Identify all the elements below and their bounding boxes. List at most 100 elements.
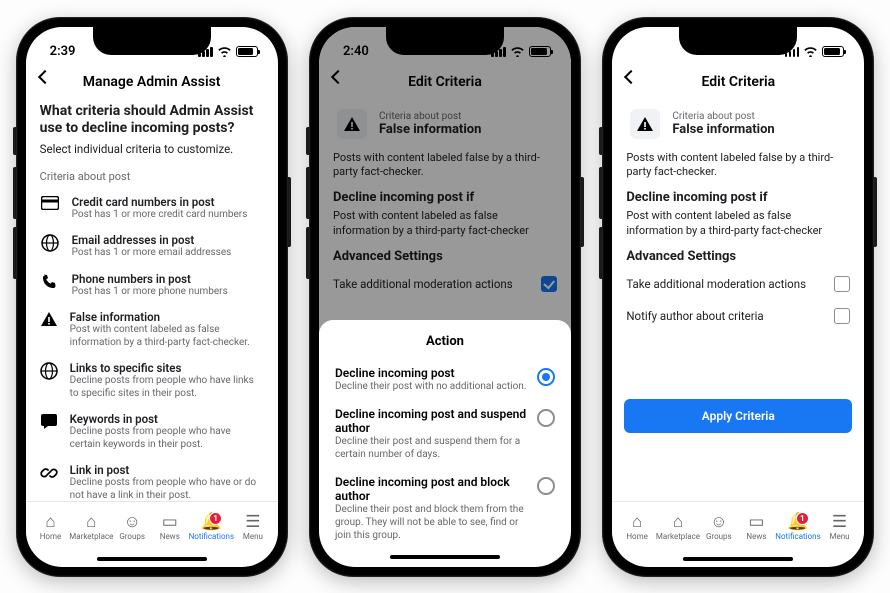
action-option-decline[interactable]: Decline incoming post Decline their post… — [335, 359, 555, 400]
decline-condition: Post with content labeled as false infor… — [626, 209, 850, 239]
wifi-icon — [803, 46, 818, 57]
wifi-icon — [217, 46, 232, 57]
status-icons — [198, 46, 258, 57]
criteria-title: False information — [70, 310, 264, 324]
groups-icon: ☺ — [124, 514, 141, 531]
criteria-item-email[interactable]: Email addresses in post Post has 1 or mo… — [40, 227, 264, 266]
tab-home[interactable]: ⌂ Home — [618, 514, 656, 541]
warning-icon — [40, 310, 58, 327]
criteria-item-link[interactable]: Link in post Decline posts from people w… — [40, 457, 264, 501]
device-notch — [93, 27, 211, 55]
criteria-desc: Post has 1 or more phone numbers — [72, 286, 228, 299]
news-icon: ▭ — [162, 514, 178, 531]
radio-unselected[interactable] — [537, 409, 555, 427]
home-indicator[interactable] — [612, 551, 864, 567]
criteria-title: Link in post — [70, 463, 264, 477]
criteria-desc: Post has 1 or more email addresses — [72, 247, 232, 260]
page-heading: What criteria should Admin Assist use to… — [40, 103, 264, 138]
section-decline-if: Decline incoming post if — [626, 190, 850, 205]
home-icon: ⌂ — [45, 514, 55, 531]
menu-icon: ☰ — [832, 514, 847, 531]
back-button[interactable] — [38, 69, 52, 83]
criteria-item-phone[interactable]: Phone numbers in post Post has 1 or more… — [40, 266, 264, 305]
checkbox-unchecked[interactable] — [834, 308, 850, 324]
tab-news[interactable]: ▭ News — [738, 514, 776, 541]
tab-notifications[interactable]: 🔔 1 Notifications — [775, 514, 820, 541]
tab-news[interactable]: ▭ News — [151, 514, 189, 541]
notification-badge: 1 — [796, 512, 809, 525]
marketplace-icon: ⌂ — [86, 514, 96, 531]
criteria-desc: Decline posts from people who have or do… — [70, 477, 264, 501]
criteria-item-false-info[interactable]: False information Post with content labe… — [40, 304, 264, 355]
criteria-description: Posts with content labeled false by a th… — [626, 151, 850, 181]
criteria-desc: Decline posts from people who have links… — [70, 375, 264, 400]
tab-groups[interactable]: ☺ Groups — [700, 514, 738, 541]
criteria-title: Links to specific sites — [70, 361, 264, 375]
tab-menu[interactable]: ☰ Menu — [234, 514, 272, 541]
setting-additional-actions[interactable]: Take additional moderation actions — [626, 268, 850, 300]
home-icon: ⌂ — [632, 514, 642, 531]
tab-marketplace[interactable]: ⌂ Marketplace — [69, 514, 113, 541]
news-icon: ▭ — [748, 514, 764, 531]
checkbox-unchecked[interactable] — [834, 276, 850, 292]
sheet-title: Action — [335, 334, 555, 349]
status-icons — [785, 46, 845, 57]
radio-unselected[interactable] — [537, 477, 555, 495]
section-advanced: Advanced Settings — [626, 249, 850, 264]
radio-selected[interactable] — [537, 368, 555, 386]
nav-title: Edit Criteria — [701, 74, 775, 90]
home-indicator[interactable] — [335, 549, 555, 565]
apply-criteria-button[interactable]: Apply Criteria — [624, 399, 852, 433]
phone-edit-criteria-sheet: 2:40 Edit Criteria Criteria about post F… — [309, 17, 581, 577]
device-notch — [386, 27, 504, 55]
criteria-title: Email addresses in post — [72, 233, 232, 247]
action-option-block[interactable]: Decline incoming post and block author D… — [335, 468, 555, 549]
menu-icon: ☰ — [245, 514, 260, 531]
nav-header: Manage Admin Assist — [26, 65, 278, 99]
action-option-suspend[interactable]: Decline incoming post and suspend author… — [335, 400, 555, 468]
content: What criteria should Admin Assist use to… — [26, 99, 278, 501]
criteria-kicker: Criteria about post — [672, 111, 754, 122]
tab-menu[interactable]: ☰ Menu — [821, 514, 859, 541]
criteria-summary: Criteria about post False information — [626, 99, 850, 147]
battery-icon — [236, 46, 258, 57]
home-indicator[interactable] — [26, 551, 278, 567]
page-subtitle: Select individual criteria to customize. — [40, 142, 264, 156]
device-notch — [679, 27, 797, 55]
criteria-item-credit-card[interactable]: Credit card numbers in post Post has 1 o… — [40, 189, 264, 228]
tab-home[interactable]: ⌂ Home — [32, 514, 70, 541]
criteria-item-specific-sites[interactable]: Links to specific sites Decline posts fr… — [40, 355, 264, 406]
nav-header: Edit Criteria — [612, 65, 864, 99]
section-label: Criteria about post — [40, 170, 264, 183]
groups-icon: ☺ — [710, 514, 727, 531]
warning-icon — [630, 109, 660, 139]
action-bottom-sheet: Action Decline incoming post Decline the… — [319, 320, 571, 567]
tab-notifications[interactable]: 🔔 1 Notifications — [189, 514, 234, 541]
criteria-desc: Decline posts from people who have certa… — [70, 426, 264, 451]
tab-bar: ⌂ Home ⌂ Marketplace ☺ Groups ▭ News 🔔 1… — [612, 501, 864, 551]
criteria-title: Phone numbers in post — [72, 272, 228, 286]
nav-title: Manage Admin Assist — [83, 74, 221, 90]
globe-icon — [40, 233, 60, 252]
status-time: 2:39 — [50, 44, 76, 59]
phone-manage-admin-assist: 2:39 Manage Admin Assist What criteria s… — [16, 17, 288, 577]
marketplace-icon: ⌂ — [673, 514, 683, 531]
battery-icon — [822, 46, 844, 57]
content: Criteria about post False information Po… — [612, 99, 864, 501]
phone-icon — [40, 272, 60, 290]
criteria-title: False information — [672, 122, 774, 137]
tab-bar: ⌂ Home ⌂ Marketplace ☺ Groups ▭ News 🔔 1… — [26, 501, 278, 551]
back-button[interactable] — [624, 69, 638, 83]
setting-notify-author[interactable]: Notify author about criteria — [626, 300, 850, 332]
credit-card-icon — [40, 195, 60, 210]
globe-icon — [40, 361, 58, 380]
tab-marketplace[interactable]: ⌂ Marketplace — [656, 514, 700, 541]
tab-groups[interactable]: ☺ Groups — [113, 514, 151, 541]
speech-bubble-icon — [40, 412, 58, 430]
criteria-title: Credit card numbers in post — [72, 195, 248, 209]
criteria-desc: Post with content labeled as false infor… — [70, 324, 264, 349]
criteria-desc: Post has 1 or more credit card numbers — [72, 209, 248, 222]
notification-badge: 1 — [209, 512, 222, 525]
link-icon — [40, 463, 58, 482]
criteria-item-keywords[interactable]: Keywords in post Decline posts from peop… — [40, 406, 264, 457]
